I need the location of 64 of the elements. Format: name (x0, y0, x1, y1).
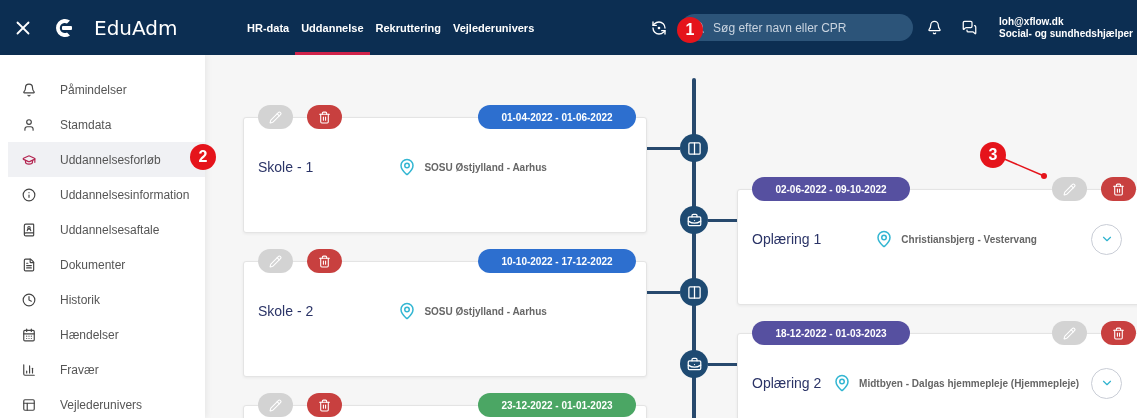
location-text: SOSU Østjylland - Aarhus (424, 305, 547, 317)
sidebar-item[interactable]: Stamdata (8, 107, 205, 142)
nav-tab[interactable]: Uddannelse (295, 0, 370, 55)
nav-tab[interactable]: HR-data (241, 0, 296, 55)
delete-button[interactable] (1101, 177, 1136, 201)
nav-tab[interactable]: Rekruttering (369, 0, 447, 55)
sidebar-item[interactable]: Uddannelsesinformation (8, 177, 205, 212)
date-range-pill: 23-12-2022 - 01-01-2023 (478, 393, 636, 417)
trash-icon (318, 254, 331, 268)
pencil-icon (269, 254, 282, 268)
trash-icon (1112, 326, 1125, 340)
sync-gear-icon[interactable] (651, 19, 668, 36)
contact-book-icon (22, 222, 36, 237)
document-icon (22, 257, 36, 272)
callout-badge: 3 (980, 142, 1006, 168)
chat-icon[interactable] (962, 20, 978, 35)
location-pin-icon (833, 374, 852, 392)
delete-button[interactable] (307, 249, 342, 273)
delete-button[interactable] (1101, 321, 1136, 345)
date-range-pill: 02-06-2022 - 09-10-2022 (752, 177, 910, 201)
sidebar-item[interactable]: Fravær (8, 352, 205, 387)
sidebar-item[interactable]: Vejlederunivers (8, 387, 205, 418)
delete-button[interactable] (307, 393, 342, 417)
course-title: Oplæring 2 (752, 375, 822, 391)
trash-icon (318, 110, 331, 124)
bar-chart-icon (22, 362, 36, 377)
date-range-pill: 18-12-2022 - 01-03-2023 (752, 321, 910, 345)
bell-icon[interactable] (927, 20, 943, 35)
course-title: Skole - 1 (258, 159, 314, 175)
course-title: Skole - 2 (258, 303, 314, 319)
course-title: Oplæring 1 (752, 231, 822, 247)
info-icon (22, 187, 36, 202)
pencil-icon (269, 110, 282, 124)
sidebar-item[interactable]: Uddannelsesaftale (8, 212, 205, 247)
person-icon (22, 117, 36, 132)
location-pin-icon (398, 302, 417, 320)
location-pin-icon (398, 158, 417, 176)
sidebar-item[interactable]: Påmindelser (8, 72, 205, 107)
sidebar-item[interactable]: Historik (8, 282, 205, 317)
sidebar-item[interactable]: Dokumenter (8, 247, 205, 282)
location-text: Christiansbjerg - Vestervang (901, 233, 1037, 245)
user-email: loh@xflow.dk (999, 15, 1065, 28)
date-range-pill: 10-10-2022 - 17-12-2022 (478, 249, 636, 273)
clock-icon (22, 292, 36, 307)
delete-button[interactable] (307, 105, 342, 129)
logo-icon (54, 16, 74, 39)
location-pin-icon (875, 230, 894, 248)
calendar-icon (22, 327, 36, 342)
trash-icon (318, 398, 331, 412)
sidebar-item[interactable]: Hændelser (8, 317, 205, 352)
trash-icon (1112, 182, 1125, 196)
brand-name: EduAdm (94, 15, 178, 40)
location-text: Midtbyen - Dalgas hjemmepleje (Hjemmepleje) (859, 377, 1080, 389)
date-range-pill: 01-04-2022 - 01-06-2022 (478, 105, 636, 129)
pencil-icon (1063, 182, 1076, 196)
bell-icon (22, 82, 36, 97)
graduation-cap-icon (22, 152, 36, 167)
nav-tab[interactable]: Vejlederunivers (446, 0, 541, 55)
pencil-icon (269, 398, 282, 412)
window-icon (22, 397, 36, 412)
location-text: SOSU Østjylland - Aarhus (424, 161, 547, 173)
user-role: Social- og sundhedshjælper (999, 27, 1133, 40)
pencil-icon (1063, 326, 1076, 340)
callout-badge: 2 (190, 144, 216, 170)
